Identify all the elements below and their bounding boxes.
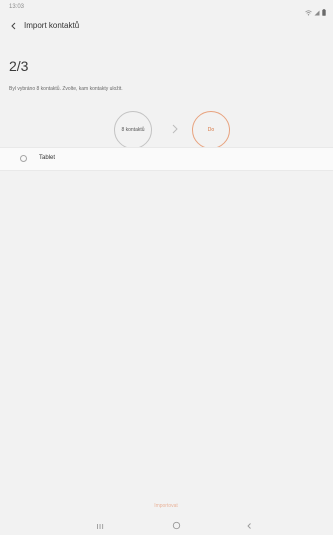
chevron-right-icon [168,122,182,136]
navigation-bar [0,517,333,535]
target-circle: Do [192,111,230,149]
source-label: 8 kontaktů [121,127,145,133]
back-icon [246,517,253,535]
option-tablet[interactable]: Tablet [0,147,333,171]
step-indicator: 2/3 [9,58,29,74]
source-circle: 8 kontaktů [114,111,152,149]
back-button[interactable] [6,18,22,34]
recent-apps-icon [96,517,104,535]
nav-back-button[interactable] [243,520,255,532]
home-button[interactable] [170,520,182,532]
app-header: Import kontaktů [0,16,333,38]
home-icon [172,517,181,535]
import-button-label: Importovat [154,503,178,509]
status-time: 13:03 [9,4,25,10]
option-label: Tablet [39,155,56,161]
back-arrow-icon [10,17,18,35]
target-label: Do [207,127,215,133]
recent-apps-button[interactable] [94,520,106,532]
page-title: Import kontaktů [24,21,80,30]
status-bar: 13:03 [0,0,333,16]
radio-button[interactable] [20,155,27,162]
description-text: Byl vybráno 8 kontaktů. Zvolte, kam kont… [9,86,123,92]
import-button[interactable]: Importovat [146,500,186,512]
